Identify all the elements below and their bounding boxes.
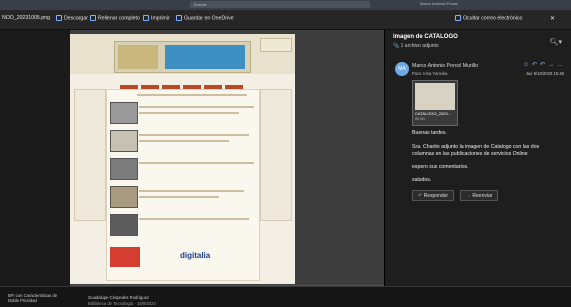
attachment-size: 88 KB [415, 117, 425, 121]
doc-navbar [120, 77, 250, 90]
attachment-card[interactable]: CATALOGO_2023... 88 KB [412, 80, 458, 126]
filename: NOO_20231005.png [2, 15, 50, 21]
print-button[interactable]: Imprimir [143, 15, 170, 21]
forward-icon: → [466, 193, 471, 199]
sender-name[interactable]: Marco Antonio Porcel Murillo [412, 63, 478, 69]
print-icon [143, 15, 149, 21]
building-photo [118, 45, 158, 69]
taskbar-subtext: Biblioteca de Tecnología · 19/9/2023 [88, 301, 156, 306]
collapse-icon [455, 15, 461, 21]
cloud-icon [176, 15, 182, 21]
avatar: MA [395, 62, 409, 76]
fill-sign-button[interactable]: Rellenar completo [90, 15, 140, 21]
message-actions[interactable]: ☺↶↶→… [523, 61, 566, 68]
body-line: Buenas tardes. [412, 130, 447, 136]
download-icon [56, 15, 62, 21]
zoom-icon[interactable]: 🔍︎▾ [550, 38, 562, 46]
digitalia-logo: digitalia [180, 251, 211, 260]
user-name[interactable]: Marco Antonio Porcel [420, 1, 458, 6]
attachment-count[interactable]: 📎 1 archivo adjunto [393, 43, 439, 49]
forward-button[interactable]: → Reenviar [460, 190, 499, 201]
hide-email-button[interactable]: Ocultar correo electrónico [455, 15, 522, 21]
doc-corner-box [260, 38, 292, 52]
body-line: espero sus comentarios. [412, 164, 469, 170]
left-panel [0, 30, 70, 286]
doc-left-column [74, 89, 106, 221]
recipient: Para: Irina Yarovka [412, 71, 448, 76]
body-line: columnas en las publicaciones de servici… [412, 151, 528, 157]
taskbar: BFI con Caracteristicas de Doble Priorid… [0, 286, 571, 307]
email-subject: imagen de CATALOGO [393, 34, 458, 40]
reading-pane: imagen de CATALOGO 📎 1 archivo adjunto 🔍… [384, 30, 571, 286]
close-icon[interactable]: ✕ [550, 15, 555, 22]
attachment-name: CATALOGO_2023... [415, 111, 452, 116]
attachment-toolbar: NOO_20231005.png Descargar Rellenar comp… [0, 10, 571, 30]
doc-footer: digitalia [110, 239, 250, 279]
doc-header [70, 34, 295, 74]
doc-banner [114, 41, 251, 73]
siabuc-logo [165, 45, 245, 69]
taskbar-item[interactable]: Guadalupe Céspedes Rodríguez [88, 295, 149, 300]
attachment-thumbnail [415, 83, 455, 110]
download-button[interactable]: Descargar [56, 15, 88, 21]
save-onedrive-button[interactable]: Guardar en OneDrive [176, 15, 234, 21]
reply-icon: ↶ [418, 193, 423, 199]
title-strip: Buscar Marco Antonio Porcel [0, 0, 571, 10]
body-line: saludos. [412, 177, 432, 183]
pen-icon [90, 15, 96, 21]
catalog-page-image: digitalia [70, 34, 295, 284]
body-line: Sra. Charito adjunto la imagen de Catalo… [412, 144, 540, 150]
search-box[interactable]: Buscar [190, 1, 370, 8]
doc-right-column [260, 89, 292, 221]
taskbar-item[interactable]: BFI con Caracteristicas de Doble Priorid… [8, 293, 68, 303]
footer-logo [110, 247, 140, 267]
message-date: Jue 5/10/2023 15:46 [525, 71, 564, 76]
reply-button[interactable]: ↶ Responder [412, 190, 455, 201]
